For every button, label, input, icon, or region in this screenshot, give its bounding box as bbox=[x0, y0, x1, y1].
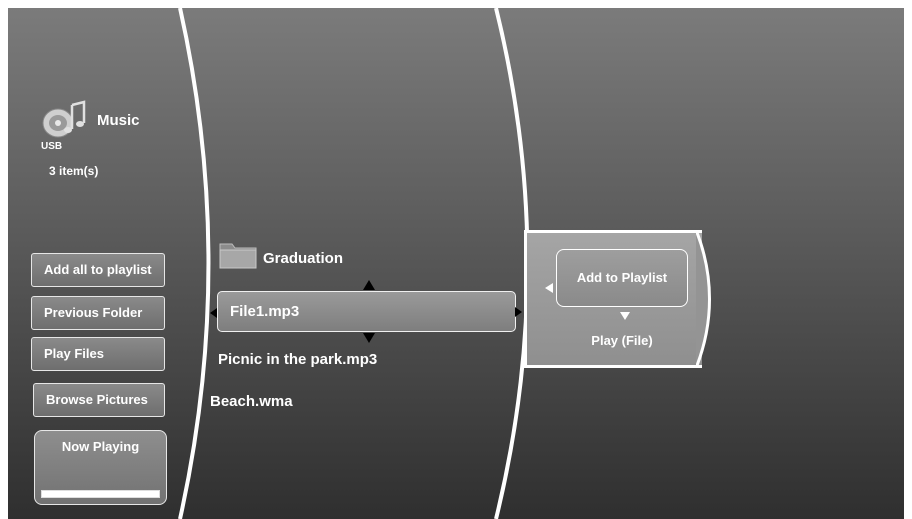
play-file-menu-item[interactable]: Play (File) bbox=[567, 333, 677, 348]
source-label: USB bbox=[41, 141, 63, 152]
file-item-picnic[interactable]: Picnic in the park.mp3 bbox=[218, 351, 377, 368]
scroll-up-arrow-icon[interactable] bbox=[363, 280, 375, 290]
menu-down-arrow-icon bbox=[620, 312, 630, 320]
add-to-playlist-menu-item[interactable]: Add to Playlist bbox=[556, 249, 688, 307]
scroll-down-arrow-icon[interactable] bbox=[363, 333, 375, 343]
browse-pictures-button[interactable]: Browse Pictures bbox=[33, 383, 165, 417]
right-arrow-icon bbox=[515, 307, 522, 317]
folder-icon bbox=[218, 238, 258, 270]
file-item-beach[interactable]: Beach.wma bbox=[210, 393, 293, 410]
item-count: 3 item(s) bbox=[49, 164, 99, 178]
previous-folder-button[interactable]: Previous Folder bbox=[31, 296, 165, 330]
page-title: Music bbox=[97, 112, 140, 129]
context-menu-curve bbox=[696, 230, 711, 368]
left-arrow-icon bbox=[210, 308, 217, 318]
add-all-to-playlist-button[interactable]: Add all to playlist bbox=[31, 253, 165, 287]
selected-file-row[interactable]: File1.mp3 bbox=[217, 291, 516, 332]
now-playing-progress bbox=[41, 490, 160, 498]
media-browser-screen: Music USB 3 item(s) Add all to playlist … bbox=[8, 8, 904, 519]
now-playing-label: Now Playing bbox=[61, 439, 140, 454]
play-files-button[interactable]: Play Files bbox=[31, 337, 165, 371]
menu-left-arrow-icon bbox=[545, 283, 553, 293]
folder-item-graduation[interactable]: Graduation bbox=[263, 250, 343, 267]
music-disc-icon bbox=[40, 99, 88, 139]
now-playing-panel[interactable]: Now Playing bbox=[34, 430, 167, 505]
